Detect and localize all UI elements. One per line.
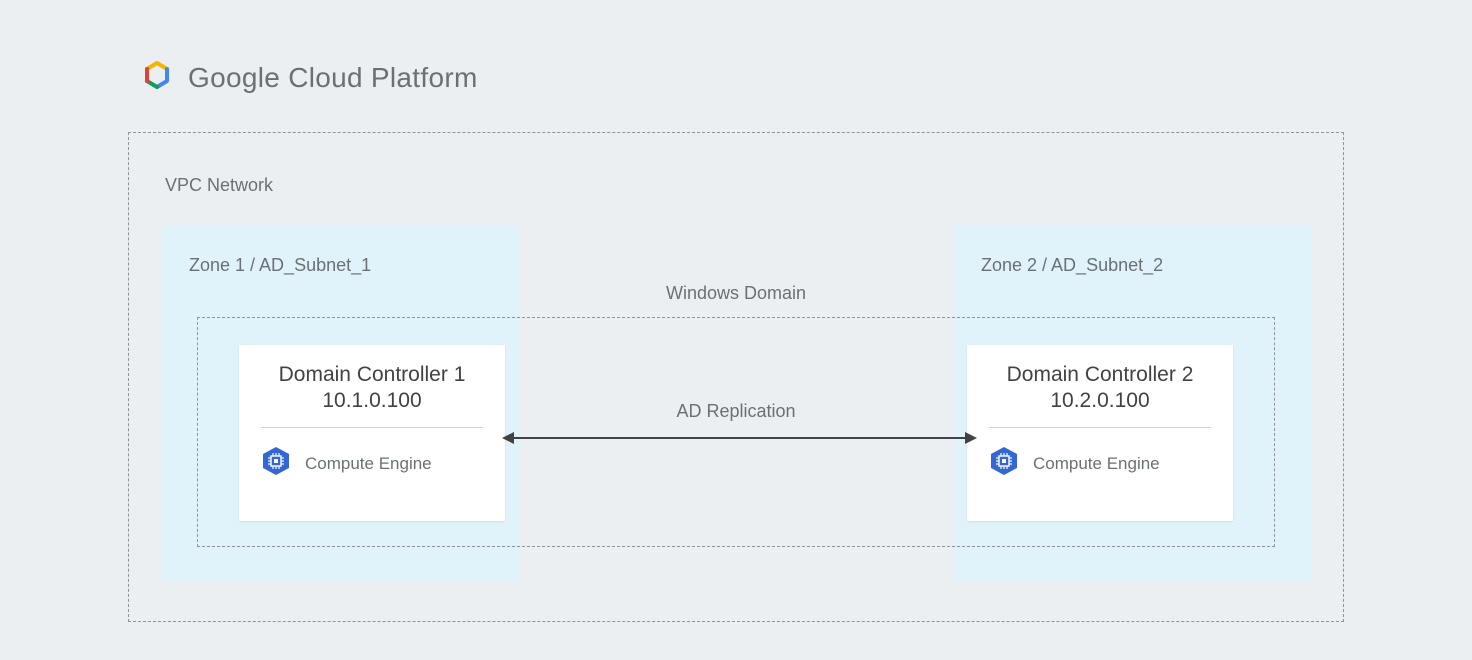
dc1-ip: 10.1.0.100 <box>261 389 483 413</box>
gcp-title: Google Cloud Platform <box>188 62 478 94</box>
dc2-divider <box>989 427 1211 428</box>
ad-replication-label: AD Replication <box>676 401 795 422</box>
gcp-title-bold: Google <box>188 62 280 93</box>
gcp-title-rest: Cloud Platform <box>288 62 477 93</box>
dc2-product-label: Compute Engine <box>1033 454 1160 474</box>
vpc-network-label: VPC Network <box>165 175 273 196</box>
dc2-product-row: Compute Engine <box>989 446 1211 481</box>
ad-replication-arrow-head-right <box>965 432 977 444</box>
domain-controller-1-card: Domain Controller 1 10.1.0.100 <box>239 345 505 521</box>
dc2-title: Domain Controller 2 <box>989 363 1211 387</box>
dc1-title: Domain Controller 1 <box>261 363 483 387</box>
dc1-product-label: Compute Engine <box>305 454 432 474</box>
ad-replication-arrow-head-left <box>502 432 514 444</box>
vpc-network-box: VPC Network Zone 1 / AD_Subnet_1 Zone 2 … <box>128 132 1344 622</box>
ad-replication-arrow-line <box>509 437 969 439</box>
windows-domain-label: Windows Domain <box>666 283 806 304</box>
dc2-ip: 10.2.0.100 <box>989 389 1211 413</box>
dc1-product-row: Compute Engine <box>261 446 483 481</box>
dc1-divider <box>261 427 483 428</box>
compute-engine-icon <box>989 446 1019 481</box>
diagram-canvas: Google Cloud Platform VPC Network Zone 1… <box>0 0 1472 660</box>
zone-1-label: Zone 1 / AD_Subnet_1 <box>189 255 371 276</box>
gcp-header: Google Cloud Platform <box>140 58 478 97</box>
domain-controller-2-card: Domain Controller 2 10.2.0.100 <box>967 345 1233 521</box>
gcp-logo-icon <box>140 58 174 97</box>
compute-engine-icon <box>261 446 291 481</box>
zone-2-label: Zone 2 / AD_Subnet_2 <box>981 255 1163 276</box>
